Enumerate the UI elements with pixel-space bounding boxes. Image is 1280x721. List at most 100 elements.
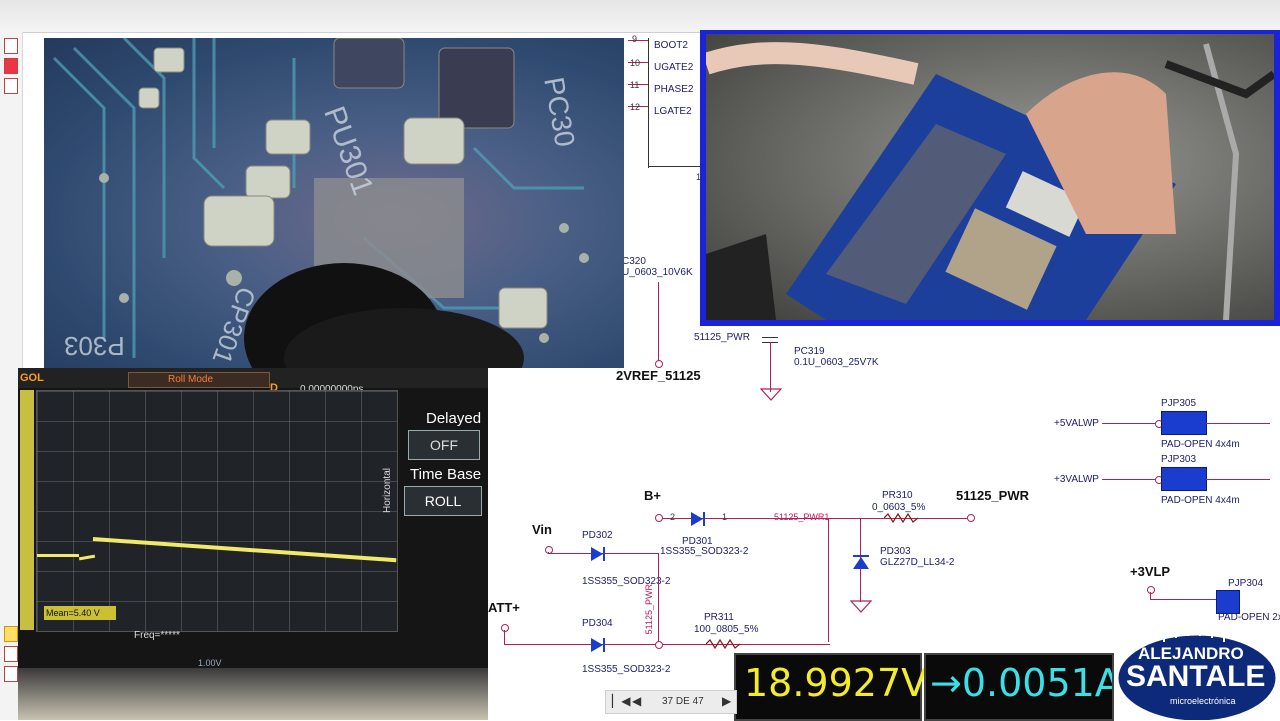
resistor-ref: PR310 [882,490,913,501]
vref-line [658,282,659,362]
webcam-view [700,30,1280,326]
trace-step [78,554,96,561]
pin-number: 2 [670,512,676,522]
motherboard-photo [706,42,1274,320]
resistor-value: 100_0805_5% [694,624,759,635]
jumper-value: PAD-OPEN 4x4m [1161,495,1240,506]
lock-icon[interactable] [4,78,18,94]
wire-vertical [828,518,829,642]
webcam-frame [706,34,1274,320]
diode-value: 1SS355_SOD323-2 [660,546,749,557]
pin-label: BOOT2 [654,40,688,51]
zener-value: GLZ27D_LL34-2 [880,557,955,568]
diode-symbol [591,547,605,561]
oscilloscope-view: GOL Roll Mode D 0.00000000ps Horizontal … [18,368,488,720]
jumper-ref: PJP304 [1228,578,1264,589]
resistor-value: 0_0603_5% [872,502,926,513]
scope-screen [36,390,398,632]
rail-label: +3VALWP [1054,474,1099,485]
current-meter: →0.0051A [924,653,1114,721]
prev-page-button[interactable]: ◀ [632,694,641,708]
layers-icon[interactable] [4,666,18,682]
timebase-title: Time Base [410,466,482,483]
pin-label: UGATE2 [654,62,694,73]
bookmark-icon[interactable] [4,58,18,74]
capacitor-ref: PC319 [794,346,825,357]
scope-bezel [18,668,488,720]
zener-symbol [853,555,869,569]
next-page-button[interactable]: ▶ [722,694,731,708]
capacitor-lead [770,342,771,392]
page-indicator: 37 DE 47 [662,696,704,707]
brand-logo: ALEJANDRO SANTALE microelectrónica [1114,622,1280,720]
resistor-symbol [884,513,918,523]
capacitor-value: U_0603_10V6K [622,267,693,278]
diode-symbol [591,638,605,652]
connection-dot [655,641,663,649]
connection-dot [967,514,975,522]
horizontal-label: Horizontal [382,468,393,514]
pin-number: 10 [630,58,641,68]
capacitor-value: 0.1U_0603_25V7K [794,357,879,368]
diode-value: 1SS355_SOD323-2 [582,664,671,675]
net-label: 51125_PWR [694,332,750,343]
trace-high [92,537,397,563]
pin-label: PHASE2 [654,84,694,95]
current-reading: →0.0051A [930,661,1114,705]
logo-line3: microelectrónica [1170,696,1236,706]
rail-label-3vlp: +3VLP [1130,564,1171,579]
channel-scale: 1.00V [198,658,222,668]
voltage-reading: 18.9927V [744,661,928,705]
jumper-value: PAD-OPEN 4x4m [1161,439,1240,450]
wire [1102,423,1160,424]
window-title-bar [0,0,1280,33]
vin-net-label: Vin [532,522,552,537]
diode-symbol [691,512,705,526]
wire [504,630,505,644]
delayed-title: Delayed [426,410,482,427]
jumper-pad [1216,590,1240,614]
voltage-meter: 18.9927V [734,653,927,721]
timebase-roll-button[interactable]: ROLL [404,486,482,516]
net-label-51125-pwr: 51125_PWR [956,488,1029,503]
diode-ref: PD302 [582,530,613,541]
pin-line [628,40,648,41]
pin-number: 12 [630,102,641,112]
trace-low [37,554,79,557]
wire [1206,423,1270,424]
resistor-symbol [706,639,740,649]
jumper-ref: PJP303 [1161,454,1197,465]
pcb-traces [52,38,589,368]
pin-number: 11 [630,80,640,90]
scope-label: GOL [20,372,44,384]
freq-readout: Freq=***** [134,630,180,641]
pin-number: 1 [722,512,728,522]
hand [706,42,919,85]
first-page-button[interactable]: ▏◀ [612,694,630,708]
page-icon[interactable] [4,38,18,54]
diode-ref: PD304 [582,618,613,629]
roll-mode-label: Roll Mode [168,374,214,385]
att-net-label: ATT+ [488,600,520,615]
attachment-icon[interactable] [4,646,18,662]
capacitor-ref: C320 [622,256,646,267]
rail-label: +5VALWP [1054,418,1099,429]
connection-dot [1147,586,1155,594]
wire [1102,479,1160,480]
ground-symbol [760,388,782,401]
bplus-net-label: B+ [644,488,661,503]
connection-dot [655,360,663,368]
wire [1206,479,1270,480]
page-navigation: ▏◀ ◀ 37 DE 47 ▶ [605,690,737,714]
ground-symbol [850,600,872,613]
comment-icon[interactable] [4,626,18,642]
net-label-vertical: 51125_PWR [644,584,654,635]
wire-att [504,644,830,645]
delayed-off-button[interactable]: OFF [408,430,480,460]
logo-line2: SANTALE [1126,660,1266,693]
capacitor-plate [762,337,778,338]
zener-ref: PD303 [880,546,911,557]
wire-vertical-net [658,553,659,645]
connection-dot [501,624,509,632]
scope-side-scale [20,390,34,630]
